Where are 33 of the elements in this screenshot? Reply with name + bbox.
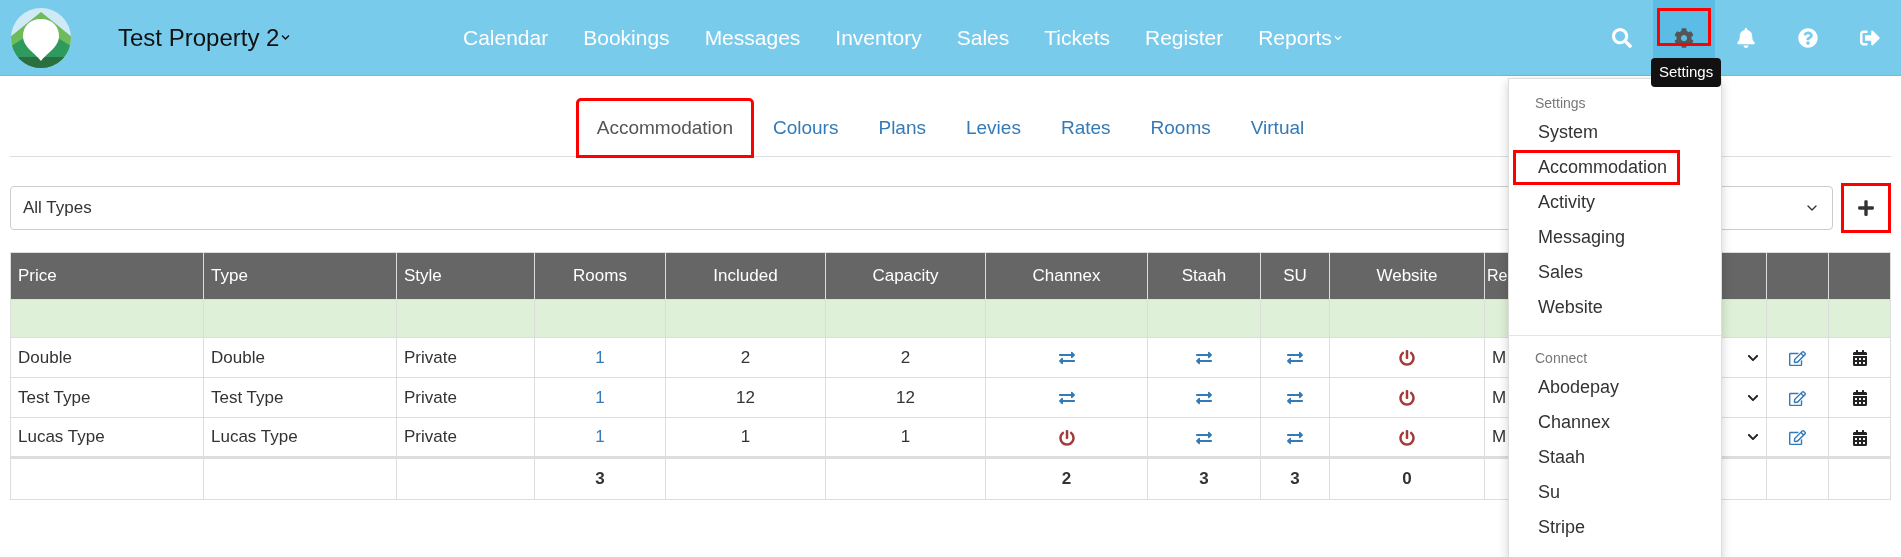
table-cell: Private	[404, 387, 457, 407]
menu-heading: Connect	[1534, 349, 1589, 368]
column-header: Capacity	[825, 252, 986, 300]
total-cell: 2	[1061, 469, 1072, 489]
menu-heading: Settings	[1534, 94, 1587, 113]
table-cell: 2	[740, 347, 751, 367]
column-header: Channex	[985, 252, 1148, 300]
table-cell: Double	[211, 347, 265, 367]
table-cell: Lucas Type	[18, 427, 105, 447]
table-cell: 1	[900, 427, 911, 447]
table-cell: Test Type	[18, 387, 91, 407]
table-cell: 2	[900, 347, 911, 367]
column-header: Staah	[1147, 252, 1261, 300]
table-cell: 12	[896, 387, 915, 407]
column-header: Type	[203, 252, 397, 300]
table-cell: Lucas Type	[211, 427, 298, 447]
tooltip: Settings	[1651, 58, 1722, 87]
column-header: Price	[10, 252, 204, 300]
total-cell: 3	[1199, 469, 1209, 489]
table-cell: 1	[740, 427, 751, 447]
total-cell: 3	[1290, 469, 1300, 489]
column-header: Rooms	[534, 252, 666, 300]
total-cell: 3	[595, 469, 605, 489]
total-cell: 0	[1402, 469, 1412, 489]
table-cell: 12	[736, 387, 755, 407]
column-header: Website	[1329, 252, 1485, 300]
column-header: Style	[396, 252, 535, 300]
column-header: Included	[665, 252, 826, 300]
column-header: SU	[1260, 252, 1330, 300]
table-cell: Private	[404, 427, 457, 447]
table-cell: Double	[18, 347, 72, 367]
table-cell: Private	[404, 347, 457, 367]
table-cell: Test Type	[211, 387, 284, 407]
